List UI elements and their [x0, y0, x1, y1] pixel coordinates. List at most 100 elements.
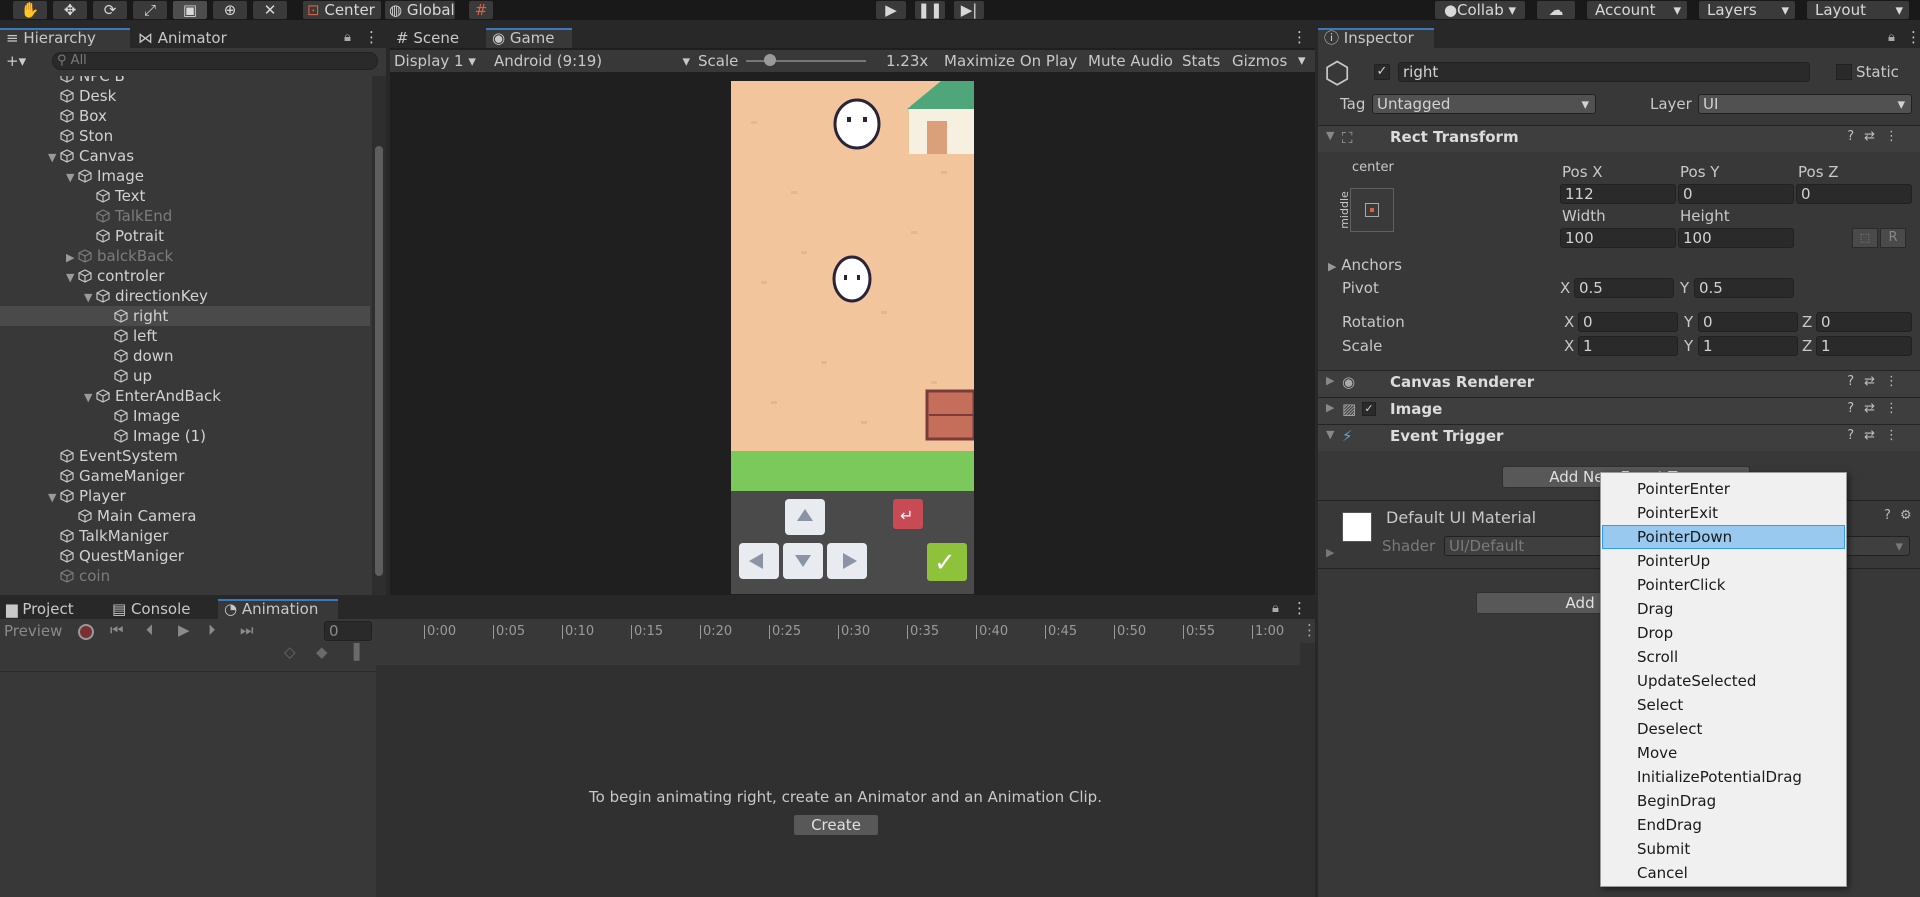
pivot-toggle[interactable]: ⊡ Center — [302, 0, 382, 20]
pivot-x-input[interactable]: 0.5 — [1574, 278, 1674, 298]
kebab-menu-icon[interactable]: ⋮ — [1292, 28, 1307, 46]
component-actions[interactable]: ?⇄⋮ — [1847, 374, 1908, 389]
gear-icon[interactable]: ⚙ — [1900, 508, 1912, 523]
layout-dropdown[interactable]: Layout ▾ — [1806, 0, 1910, 20]
tab-hierarchy[interactable]: ≡ Hierarchy — [0, 28, 130, 48]
cloud-button[interactable]: ☁ — [1536, 0, 1576, 20]
hierarchy-item[interactable]: TalkManiger — [0, 526, 370, 546]
rotation-z-input[interactable]: 0 — [1816, 312, 1912, 332]
pause-button[interactable]: ❚❚ — [914, 0, 946, 20]
hierarchy-item[interactable]: left — [0, 326, 370, 346]
hierarchy-item[interactable]: ▼ Canvas — [0, 146, 370, 166]
rotate-tool-button[interactable]: ⟳ — [92, 0, 128, 20]
account-dropdown[interactable]: Account ▾ — [1586, 0, 1688, 20]
hierarchy-item[interactable]: EventSystem — [0, 446, 370, 466]
height-input[interactable]: 100 — [1678, 228, 1794, 248]
hierarchy-item[interactable]: ▶ balckBack — [0, 246, 370, 266]
rect-tool-button[interactable]: ▣ — [172, 0, 208, 20]
mute-audio-toggle[interactable]: Mute Audio — [1088, 51, 1173, 71]
hierarchy-item[interactable]: ▼ controler — [0, 266, 370, 286]
hierarchy-item[interactable]: TalkEnd — [0, 206, 370, 226]
foldout-open-icon[interactable]: ▼ — [84, 288, 96, 308]
add-keyframe-icon[interactable]: ◇ — [284, 643, 296, 661]
scale-y-input[interactable]: 1 — [1698, 336, 1798, 356]
component-actions[interactable]: ?⇄⋮ — [1847, 129, 1908, 144]
tab-scene[interactable]: # Scene — [390, 28, 482, 48]
hierarchy-item[interactable]: Ston — [0, 126, 370, 146]
image-component-header[interactable]: ▶ ▨ ✓ Image ?⇄⋮ — [1318, 397, 1920, 424]
snap-button[interactable]: # — [468, 0, 494, 20]
play-button[interactable]: ▶ — [875, 0, 907, 20]
anchor-preset-button[interactable] — [1350, 188, 1394, 232]
hierarchy-item[interactable]: GameManiger — [0, 466, 370, 486]
hierarchy-item[interactable]: Text — [0, 186, 370, 206]
hierarchy-item[interactable]: Potrait — [0, 226, 370, 246]
menu-item[interactable]: Drag — [1602, 597, 1845, 621]
menu-item[interactable]: PointerEnter — [1602, 477, 1845, 501]
custom-tool-button[interactable]: ✕ — [252, 0, 288, 20]
tab-game[interactable]: ◉ Game — [486, 28, 572, 48]
foldout-closed-icon[interactable]: ▶ — [1326, 546, 1334, 559]
rotation-x-input[interactable]: 0 — [1578, 312, 1678, 332]
collab-dropdown[interactable]: ●Collab ▾ — [1434, 0, 1526, 20]
hierarchy-item[interactable]: right — [0, 306, 370, 326]
menu-item[interactable]: UpdateSelected — [1602, 669, 1845, 693]
hierarchy-scrollbar[interactable] — [372, 76, 386, 595]
scrollbar-thumb[interactable] — [375, 146, 383, 576]
scale-x-input[interactable]: 1 — [1578, 336, 1678, 356]
aspect-dropdown[interactable]: Android (9:19) ▾ — [494, 51, 690, 71]
anchors-foldout[interactable]: ▶ Anchors — [1328, 255, 1402, 277]
game-viewport[interactable]: ↵ ✓ — [731, 81, 974, 594]
menu-item[interactable]: PointerClick — [1602, 573, 1845, 597]
hierarchy-item[interactable]: down — [0, 346, 370, 366]
rotation-y-input[interactable]: 0 — [1698, 312, 1798, 332]
hierarchy-item[interactable]: ▼ EnterAndBack — [0, 386, 370, 406]
move-tool-button[interactable]: ✥ — [52, 0, 88, 20]
hierarchy-search-input[interactable]: ⚲ All — [52, 52, 378, 70]
caret-down-icon[interactable]: ▾ — [1298, 51, 1306, 69]
hierarchy-item[interactable]: Image — [0, 406, 370, 426]
hierarchy-item[interactable]: Main Camera — [0, 506, 370, 526]
blueprint-mode-button[interactable]: ⬚ — [1852, 228, 1878, 248]
step-button[interactable]: ▶| — [953, 0, 985, 20]
menu-item[interactable]: Scroll — [1602, 645, 1845, 669]
create-button[interactable]: Create — [793, 814, 879, 836]
posx-input[interactable]: 112 — [1560, 184, 1676, 204]
space-toggle[interactable]: ◍ Global — [384, 0, 456, 20]
rect-transform-header[interactable]: ▼ ⛶ Rect Transform ?⇄⋮ — [1318, 125, 1920, 152]
help-icon[interactable]: ? — [1884, 508, 1891, 523]
kebab-menu-icon[interactable]: ⋮ — [364, 28, 379, 46]
foldout-open-icon[interactable]: ▼ — [66, 268, 78, 288]
hierarchy-item[interactable]: Desk — [0, 86, 370, 106]
hierarchy-item[interactable]: Box — [0, 106, 370, 126]
kebab-menu-icon[interactable]: ⋮ — [1906, 28, 1920, 46]
stats-toggle[interactable]: Stats — [1182, 51, 1220, 71]
menu-item[interactable]: PointerUp — [1602, 549, 1845, 573]
static-checkbox[interactable] — [1836, 64, 1852, 80]
scale-z-input[interactable]: 1 — [1816, 336, 1912, 356]
add-object-button[interactable]: +▾ — [6, 52, 26, 70]
foldout-closed-icon[interactable]: ▶ — [66, 248, 78, 268]
menu-item[interactable]: PointerDown — [1602, 525, 1845, 549]
tag-dropdown[interactable]: Untagged ▾ — [1372, 94, 1596, 114]
foldout-open-icon[interactable]: ▼ — [48, 148, 60, 168]
menu-item[interactable]: Select — [1602, 693, 1845, 717]
hierarchy-item[interactable]: Image (1) — [0, 426, 370, 446]
menu-item[interactable]: BeginDrag — [1602, 789, 1845, 813]
transform-tool-button[interactable]: ⊕ — [212, 0, 248, 20]
hierarchy-item[interactable]: coin — [0, 566, 370, 586]
lock-icon[interactable]: 🔒︎ — [1888, 30, 1895, 45]
scale-slider[interactable] — [746, 54, 866, 66]
menu-item[interactable]: InitializePotentialDrag — [1602, 765, 1845, 789]
foldout-open-icon[interactable]: ▼ — [84, 388, 96, 408]
maximize-on-play-toggle[interactable]: Maximize On Play — [944, 51, 1077, 71]
material-preview[interactable] — [1342, 512, 1372, 542]
event-trigger-header[interactable]: ▼ ⚡ Event Trigger ?⇄⋮ — [1318, 424, 1920, 451]
component-actions[interactable]: ?⇄⋮ — [1847, 401, 1908, 416]
menu-item[interactable]: EndDrag — [1602, 813, 1845, 837]
menu-item[interactable]: Submit — [1602, 837, 1845, 861]
tab-animator[interactable]: ⋈ Animator — [132, 28, 242, 48]
object-name-input[interactable]: right — [1398, 62, 1810, 82]
layers-dropdown[interactable]: Layers ▾ — [1698, 0, 1796, 20]
scale-tool-button[interactable]: ⤢ — [132, 0, 168, 20]
